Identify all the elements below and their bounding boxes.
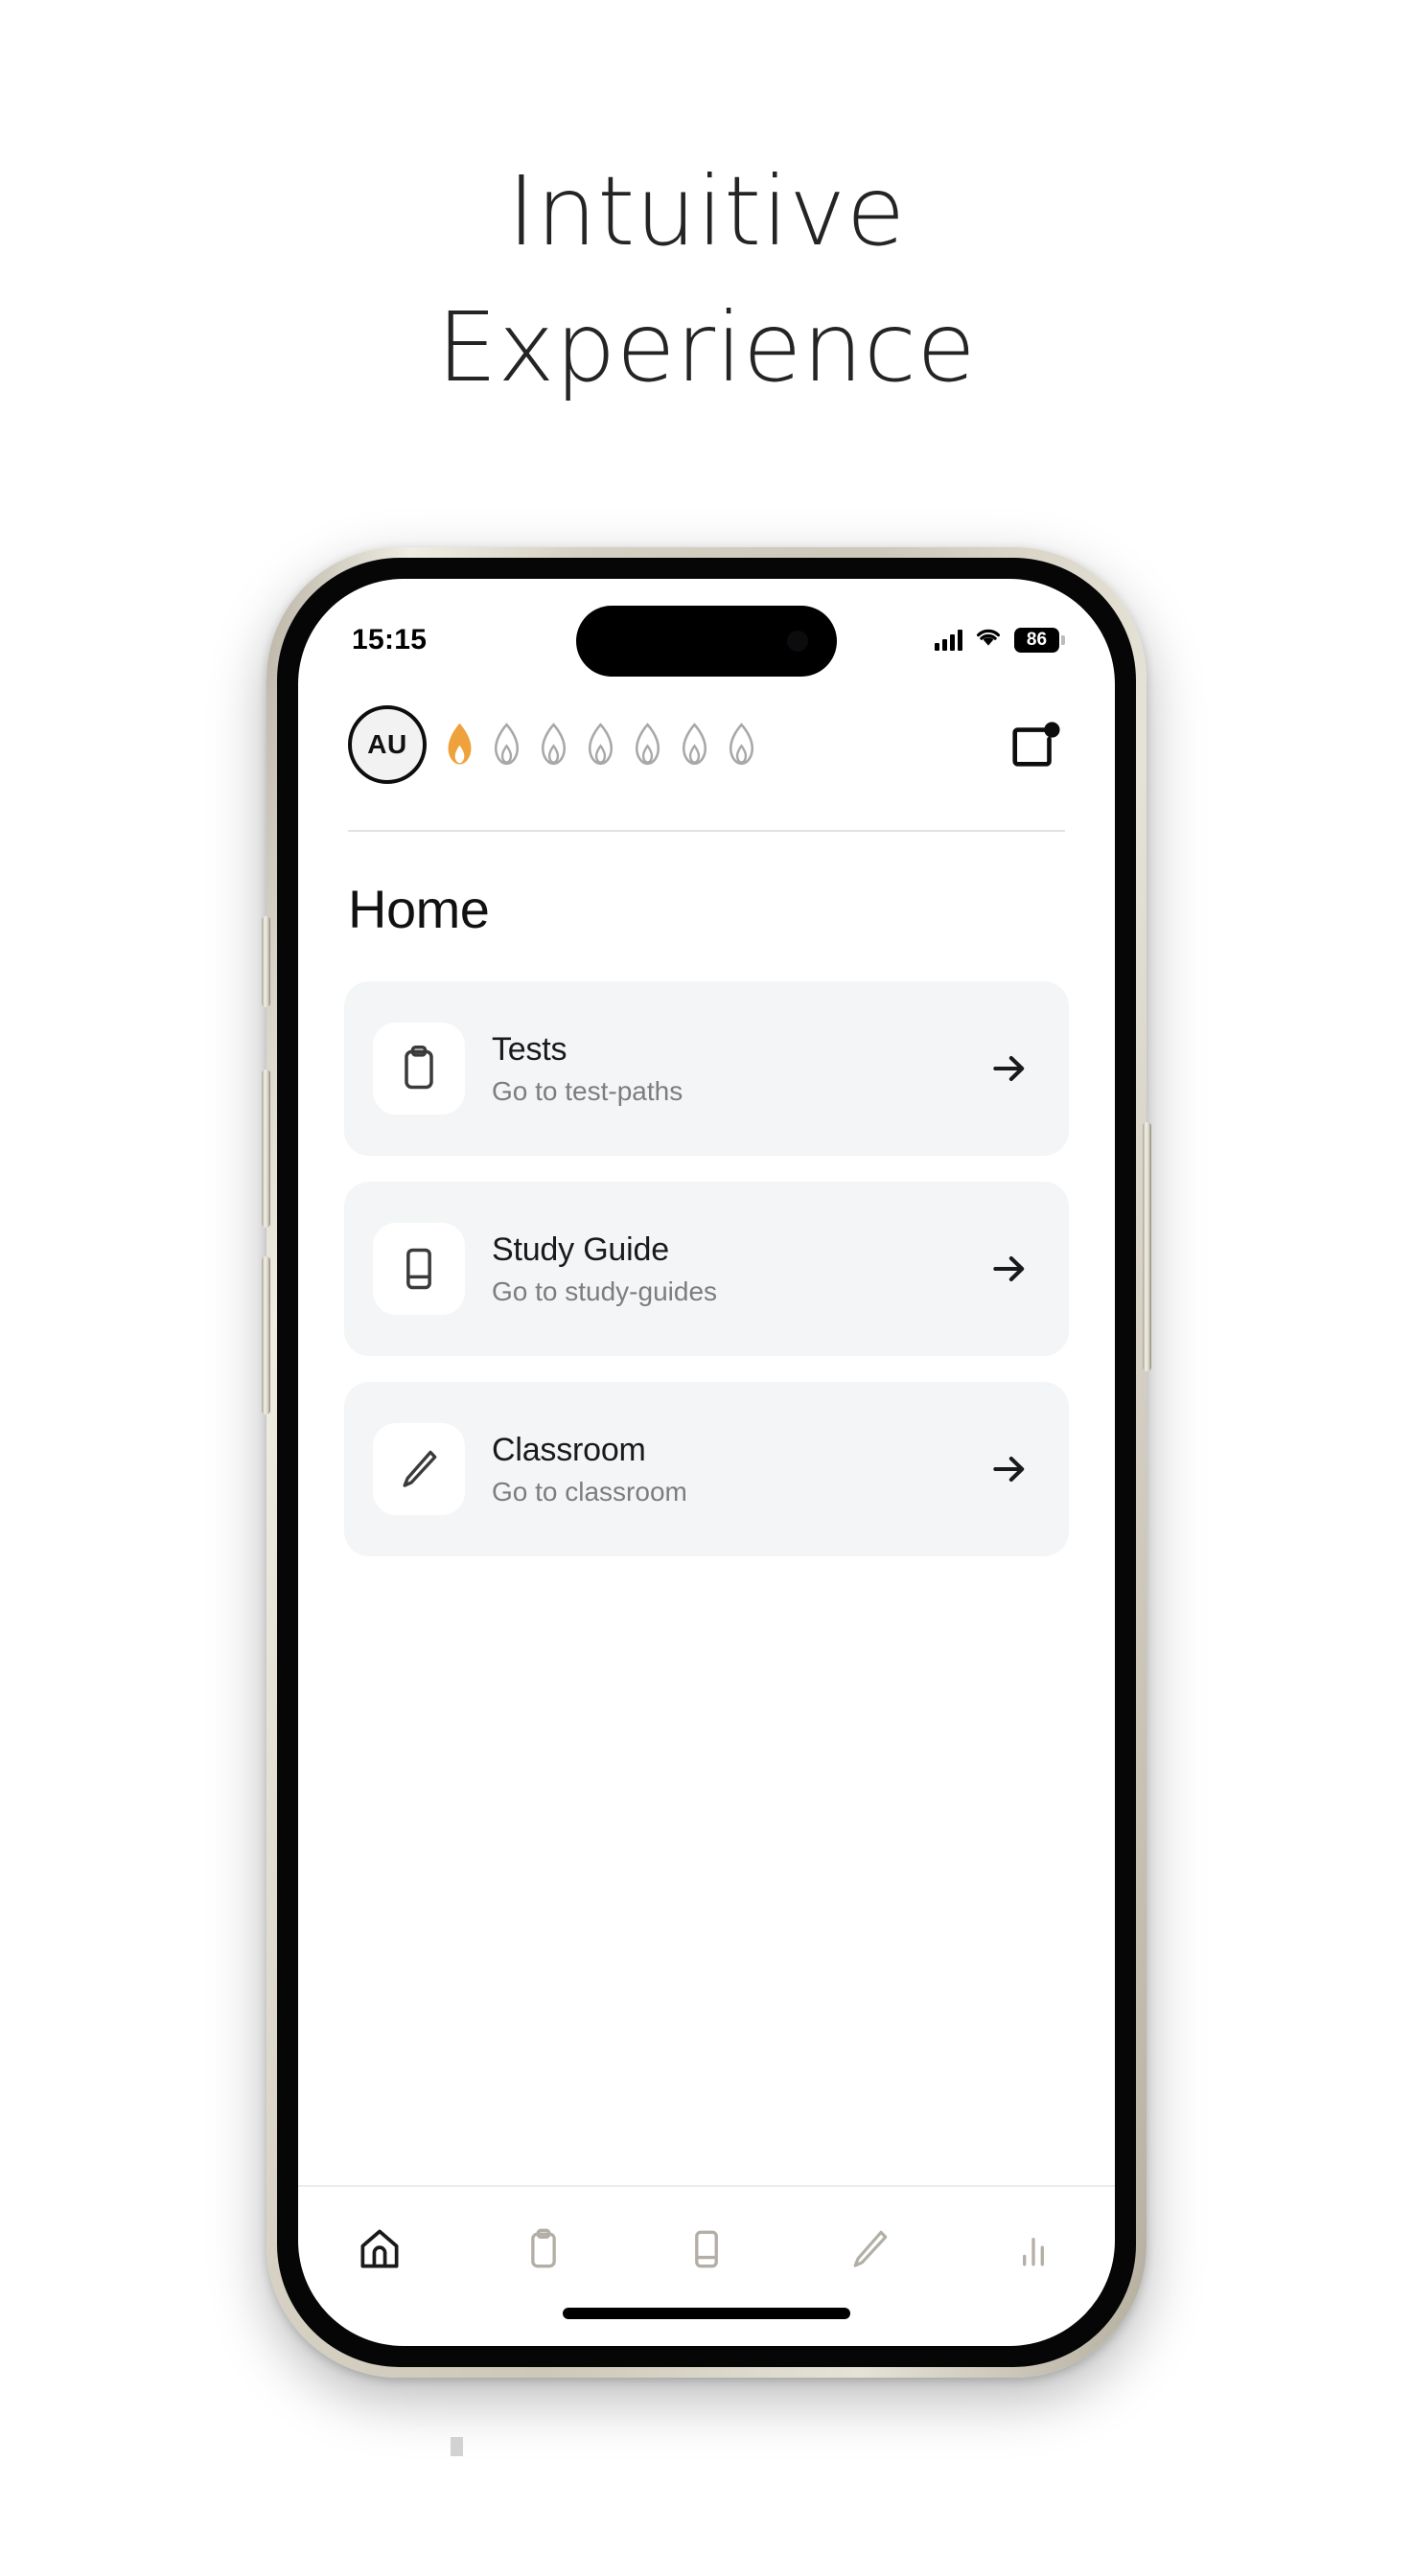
flame-icon-inactive[interactable] — [628, 722, 667, 768]
nav-card-title: Study Guide — [492, 1230, 669, 1268]
nav-card-subtitle: Go to test-paths — [492, 1075, 683, 1106]
bottom-tab-bar — [298, 2185, 1115, 2346]
pencil-icon — [373, 1423, 465, 1515]
avatar-initials: AU — [367, 729, 407, 759]
power-button[interactable] — [1143, 1122, 1151, 1371]
cellular-signal-icon — [935, 629, 962, 651]
nav-card-text: Classroom Go to classroom — [492, 1432, 988, 1507]
action-button[interactable] — [262, 916, 270, 1007]
flame-icon-inactive[interactable] — [722, 722, 761, 768]
nav-card-tests[interactable]: Tests Go to test-paths — [344, 981, 1069, 1156]
nav-card-study-guide[interactable]: Study Guide Go to study-guides — [344, 1182, 1069, 1356]
book-icon — [373, 1223, 465, 1315]
nav-card-text: Tests Go to test-paths — [492, 1031, 988, 1107]
nav-card-text: Study Guide Go to study-guides — [492, 1231, 988, 1307]
home-indicator[interactable] — [563, 2308, 850, 2319]
flame-icon-active[interactable] — [440, 722, 479, 768]
streak-tracker — [440, 722, 1008, 768]
tab-classroom[interactable] — [825, 2220, 914, 2279]
battery-icon: 86 — [1014, 627, 1065, 653]
headline-line-2: Experience — [436, 291, 977, 403]
avatar[interactable]: AU — [348, 705, 427, 784]
tab-home[interactable] — [336, 2220, 424, 2279]
nav-card-classroom[interactable]: Classroom Go to classroom — [344, 1382, 1069, 1556]
nav-card-subtitle: Go to classroom — [492, 1476, 687, 1506]
flame-icon-inactive[interactable] — [534, 722, 573, 768]
flame-icon-inactive[interactable] — [581, 722, 620, 768]
flame-icon-inactive[interactable] — [487, 722, 526, 768]
clipboard-icon — [373, 1023, 465, 1115]
tab-study-guide[interactable] — [662, 2220, 751, 2279]
volume-down-button[interactable] — [262, 1256, 270, 1414]
battery-level: 86 — [1026, 629, 1048, 650]
phone-bezel: 15:15 86 AU Home Tests Go to test-paths … — [277, 558, 1136, 2367]
page-title: Home — [348, 879, 490, 939]
arrow-right-icon[interactable] — [988, 1448, 1031, 1490]
nav-card-list: Tests Go to test-paths Study Guide Go to… — [344, 981, 1069, 1556]
headline-line-1: Intuitive — [507, 155, 906, 267]
tab-tests[interactable] — [499, 2220, 588, 2279]
marketing-screenshot: Intuitive Experience 15:15 86 AU Home Te… — [0, 0, 1413, 2576]
phone-screen: 15:15 86 AU Home Tests Go to test-paths … — [298, 579, 1115, 2346]
volume-up-button[interactable] — [262, 1070, 270, 1228]
tab-stats[interactable] — [989, 2220, 1077, 2279]
arrow-right-icon[interactable] — [988, 1047, 1031, 1090]
nav-card-title: Classroom — [492, 1431, 646, 1468]
app-header: AU — [298, 692, 1115, 797]
header-divider — [348, 830, 1065, 832]
flame-icon-inactive[interactable] — [675, 722, 714, 768]
phone-mockup: 15:15 86 AU Home Tests Go to test-paths … — [262, 547, 1151, 2378]
dynamic-island — [576, 606, 837, 677]
decorative-speck — [451, 2437, 463, 2456]
nav-card-subtitle: Go to study-guides — [492, 1276, 718, 1306]
page-headline: Intuitive Experience — [0, 144, 1413, 416]
nav-card-title: Tests — [492, 1030, 568, 1068]
arrow-right-icon[interactable] — [988, 1248, 1031, 1290]
status-time: 15:15 — [352, 623, 428, 656]
status-indicators: 86 — [935, 606, 1065, 653]
notification-square-icon[interactable] — [1008, 717, 1063, 772]
wifi-icon — [975, 627, 1002, 653]
